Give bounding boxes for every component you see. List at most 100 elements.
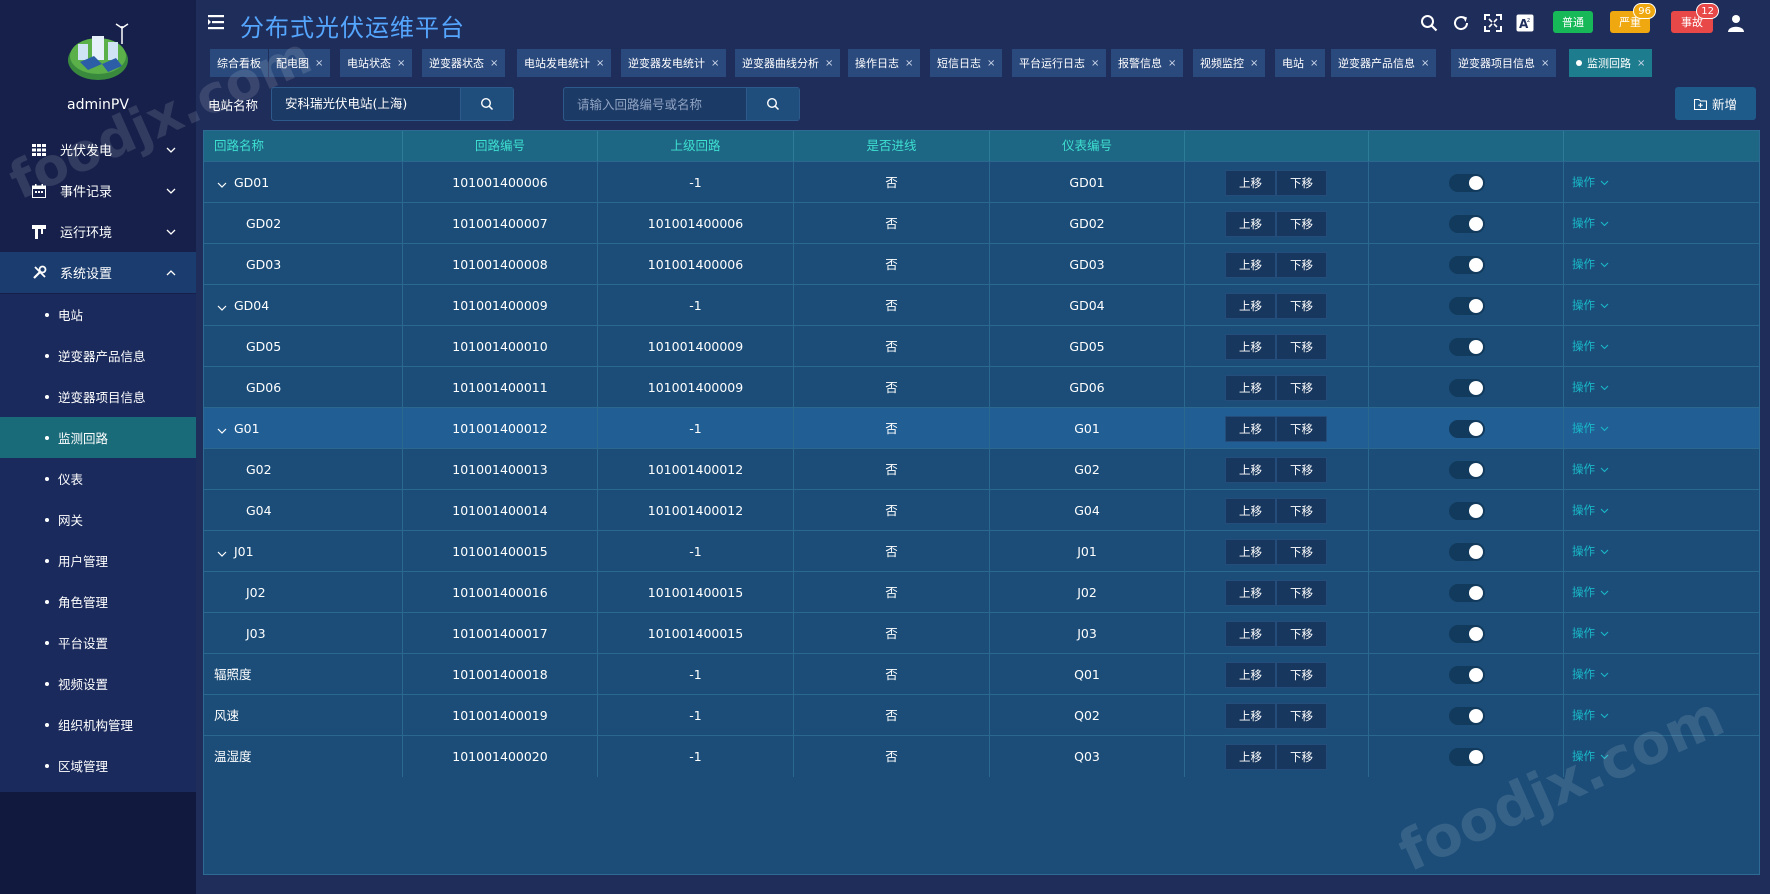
move-down-button[interactable]: 下移 — [1276, 539, 1327, 565]
close-icon[interactable]: × — [1310, 58, 1318, 69]
move-up-button[interactable]: 上移 — [1225, 334, 1276, 360]
enable-toggle[interactable] — [1449, 625, 1485, 643]
tab-operation-log[interactable]: 操作日志 × — [848, 49, 921, 77]
move-down-button[interactable]: 下移 — [1276, 375, 1327, 401]
tab-inverter-curve[interactable]: 逆变器曲线分析 × — [735, 49, 841, 77]
actions-dropdown[interactable]: 操作 — [1572, 326, 1609, 367]
close-icon[interactable]: × — [1168, 58, 1176, 69]
actions-dropdown[interactable]: 操作 — [1572, 285, 1609, 326]
close-icon[interactable]: × — [315, 58, 323, 69]
sidebar-item-meter[interactable]: 仪表 — [0, 458, 196, 499]
move-down-button[interactable]: 下移 — [1276, 416, 1327, 442]
sidebar-item-region-mgmt[interactable]: 区域管理 — [0, 745, 196, 786]
tab-inverter-product[interactable]: 逆变器产品信息 × — [1331, 49, 1437, 77]
circuit-search-input[interactable] — [564, 88, 746, 120]
close-icon[interactable]: × — [1250, 58, 1258, 69]
table-row[interactable]: GD02 101001400007 101001400006 否 GD02 上移 下移 操作 — [204, 202, 1759, 244]
tab-station-gen-stats[interactable]: 电站发电统计 × — [517, 49, 612, 77]
move-down-button[interactable]: 下移 — [1276, 334, 1327, 360]
move-up-button[interactable]: 上移 — [1225, 703, 1276, 729]
close-icon[interactable]: × — [397, 58, 405, 69]
enable-toggle[interactable] — [1449, 256, 1485, 274]
move-down-button[interactable]: 下移 — [1276, 580, 1327, 606]
table-row[interactable]: 辐照度 101001400018 -1 否 Q01 上移 下移 操作 — [204, 653, 1759, 695]
enable-toggle[interactable] — [1449, 707, 1485, 725]
close-icon[interactable]: × — [987, 58, 995, 69]
table-row[interactable]: 风速 101001400019 -1 否 Q02 上移 下移 操作 — [204, 694, 1759, 736]
refresh-icon[interactable] — [1450, 12, 1472, 34]
table-row[interactable]: GD01 101001400006 -1 否 GD01 上移 下移 操作 — [204, 161, 1759, 204]
sidebar-group-settings[interactable]: 系统设置 — [0, 252, 196, 293]
enable-toggle[interactable] — [1449, 748, 1485, 766]
table-row[interactable]: 温湿度 101001400020 -1 否 Q03 上移 下移 操作 — [204, 735, 1759, 777]
chevron-down-icon[interactable] — [217, 286, 227, 327]
alarm-normal-pill[interactable]: 普通 — [1553, 11, 1593, 33]
actions-dropdown[interactable]: 操作 — [1572, 736, 1609, 777]
move-up-button[interactable]: 上移 — [1225, 211, 1276, 237]
actions-dropdown[interactable]: 操作 — [1572, 490, 1609, 531]
close-icon[interactable]: × — [711, 58, 719, 69]
move-up-button[interactable]: 上移 — [1225, 457, 1276, 483]
alarm-accident-pill[interactable]: 事故 12 — [1671, 3, 1719, 33]
move-down-button[interactable]: 下移 — [1276, 662, 1327, 688]
sidebar-item-org-mgmt[interactable]: 组织机构管理 — [0, 704, 196, 745]
actions-dropdown[interactable]: 操作 — [1572, 449, 1609, 490]
station-search-button[interactable] — [460, 88, 513, 120]
menu-toggle-icon[interactable] — [208, 14, 226, 32]
move-up-button[interactable]: 上移 — [1225, 539, 1276, 565]
tab-station-status[interactable]: 电站状态 × — [340, 49, 413, 77]
user-avatar-icon[interactable] — [1725, 12, 1747, 34]
move-down-button[interactable]: 下移 — [1276, 621, 1327, 647]
chevron-down-icon[interactable] — [217, 163, 227, 204]
tab-dashboard[interactable]: 综合看板 — [210, 49, 268, 77]
sidebar-item-monitor-circuit[interactable]: 监测回路 — [0, 417, 196, 458]
actions-dropdown[interactable]: 操作 — [1572, 695, 1609, 736]
move-up-button[interactable]: 上移 — [1225, 416, 1276, 442]
tab-inverter-gen-stats[interactable]: 逆变器发电统计 × — [621, 49, 727, 77]
actions-dropdown[interactable]: 操作 — [1572, 572, 1609, 613]
enable-toggle[interactable] — [1449, 215, 1485, 233]
table-row[interactable]: G04 101001400014 101001400012 否 G04 上移 下移 操作 — [204, 489, 1759, 531]
sidebar-group-pv[interactable]: 光伏发电 — [0, 129, 196, 170]
move-down-button[interactable]: 下移 — [1276, 498, 1327, 524]
add-button[interactable]: 新增 — [1675, 87, 1756, 120]
move-down-button[interactable]: 下移 — [1276, 293, 1327, 319]
enable-toggle[interactable] — [1449, 297, 1485, 315]
close-icon[interactable]: × — [1541, 58, 1549, 69]
tab-alarm-info[interactable]: 报警信息 × — [1111, 49, 1184, 77]
move-up-button[interactable]: 上移 — [1225, 170, 1276, 196]
move-up-button[interactable]: 上移 — [1225, 580, 1276, 606]
tab-sms-log[interactable]: 短信日志 × — [930, 49, 1003, 77]
sidebar-item-gateway[interactable]: 网关 — [0, 499, 196, 540]
enable-toggle[interactable] — [1449, 584, 1485, 602]
sidebar-item-station[interactable]: 电站 — [0, 294, 196, 335]
enable-toggle[interactable] — [1449, 420, 1485, 438]
tab-video-monitor[interactable]: 视频监控 × — [1193, 49, 1266, 77]
chevron-down-icon[interactable] — [217, 409, 227, 450]
move-up-button[interactable]: 上移 — [1225, 252, 1276, 278]
move-up-button[interactable]: 上移 — [1225, 293, 1276, 319]
table-row[interactable]: G01 101001400012 -1 否 G01 上移 下移 操作 — [204, 407, 1759, 450]
move-down-button[interactable]: 下移 — [1276, 252, 1327, 278]
close-icon[interactable]: × — [490, 58, 498, 69]
sidebar-item-user-mgmt[interactable]: 用户管理 — [0, 540, 196, 581]
sidebar-item-platform-settings[interactable]: 平台设置 — [0, 622, 196, 663]
close-icon[interactable]: × — [596, 58, 604, 69]
enable-toggle[interactable] — [1449, 502, 1485, 520]
search-icon[interactable] — [1418, 12, 1440, 34]
table-row[interactable]: G02 101001400013 101001400012 否 G02 上移 下移 操作 — [204, 448, 1759, 490]
tab-inverter-status[interactable]: 逆变器状态 × — [422, 49, 506, 77]
actions-dropdown[interactable]: 操作 — [1572, 162, 1609, 203]
move-up-button[interactable]: 上移 — [1225, 375, 1276, 401]
tab-station[interactable]: 电站 × — [1275, 49, 1326, 77]
table-row[interactable]: GD03 101001400008 101001400006 否 GD03 上移 下移 操作 — [204, 243, 1759, 285]
move-up-button[interactable]: 上移 — [1225, 498, 1276, 524]
table-row[interactable]: J03 101001400017 101001400015 否 J03 上移 下移 操作 — [204, 612, 1759, 654]
sidebar-item-inverter-product[interactable]: 逆变器产品信息 — [0, 335, 196, 376]
table-row[interactable]: GD06 101001400011 101001400009 否 GD06 上移 下移 操作 — [204, 366, 1759, 408]
fullscreen-icon[interactable] — [1482, 12, 1504, 34]
tab-monitor-circuit[interactable]: 监测回路 × — [1569, 49, 1653, 77]
enable-toggle[interactable] — [1449, 666, 1485, 684]
table-row[interactable]: GD05 101001400010 101001400009 否 GD05 上移 下移 操作 — [204, 325, 1759, 367]
sidebar-item-role-mgmt[interactable]: 角色管理 — [0, 581, 196, 622]
